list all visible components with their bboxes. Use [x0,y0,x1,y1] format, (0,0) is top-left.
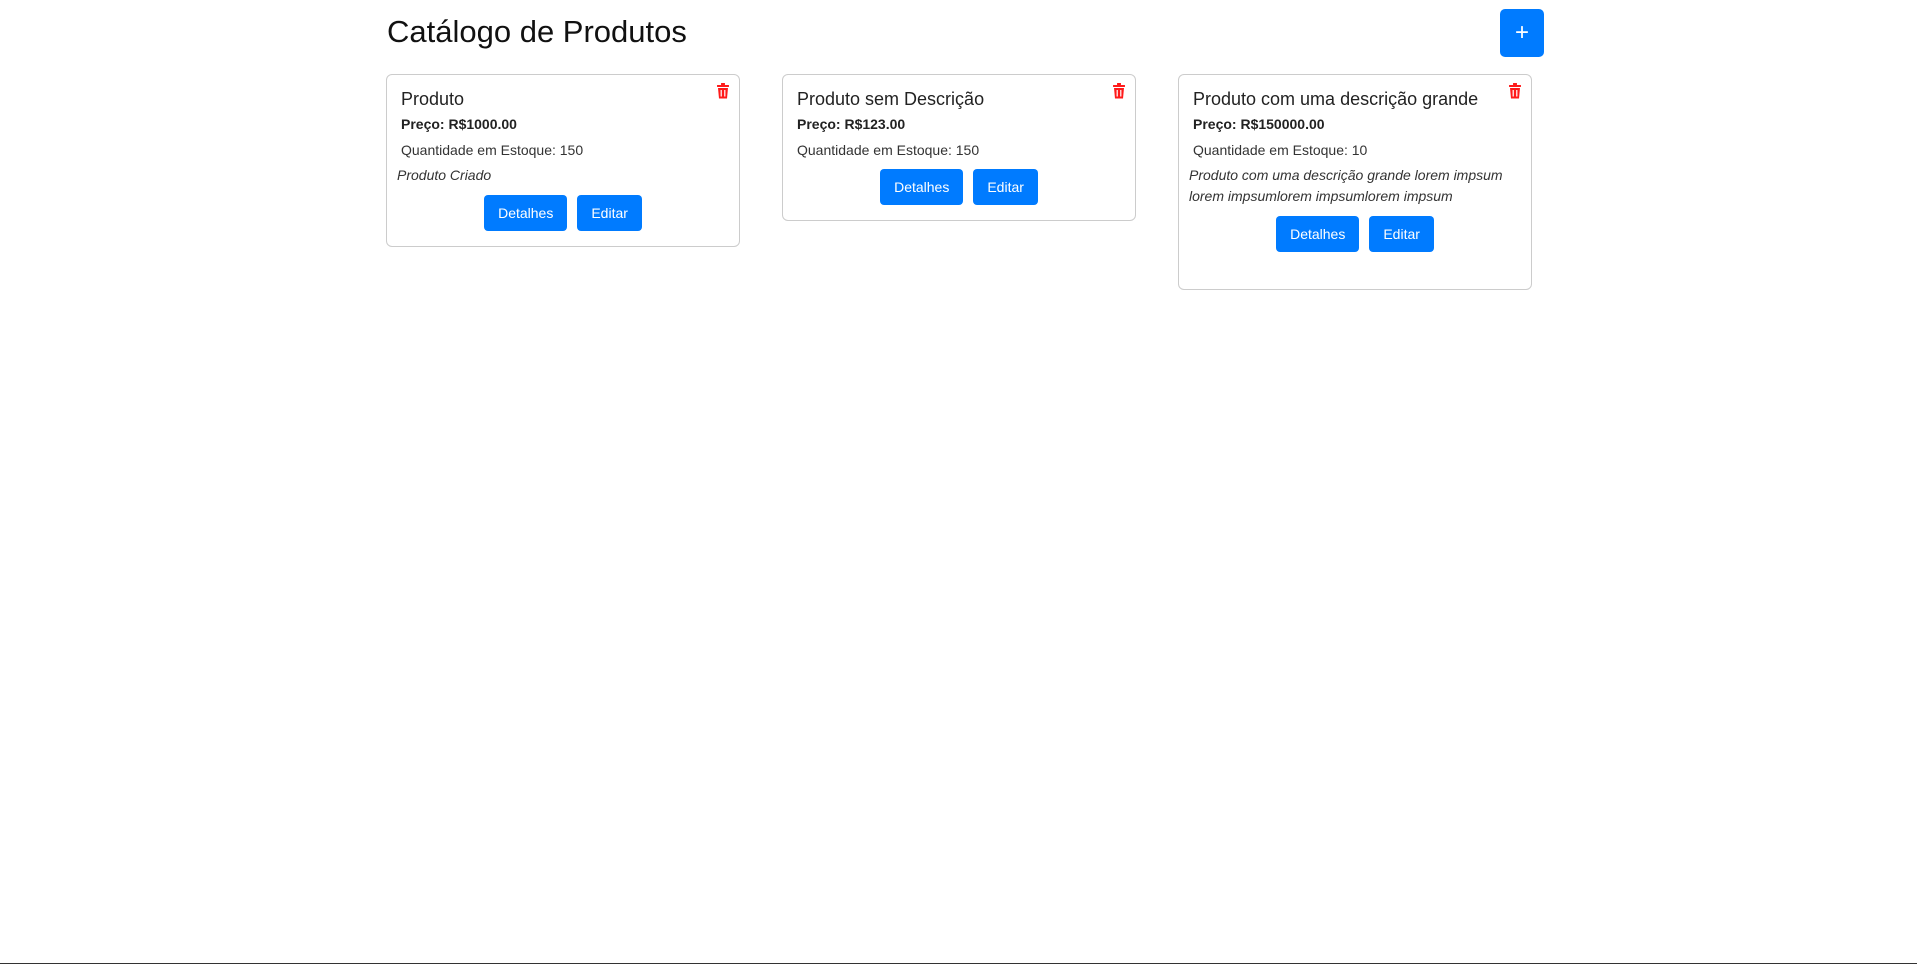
trash-icon[interactable] [1112,83,1126,99]
add-product-button[interactable]: + [1500,9,1544,57]
card-actions: Detalhes Editar [1193,216,1517,252]
product-price: Preço: R$150000.00 [1193,116,1325,132]
product-card: Produto Preço: R$1000.00 Quantidade em E… [386,74,740,247]
trash-icon[interactable] [1508,83,1522,99]
edit-button[interactable]: Editar [1369,216,1434,252]
product-name: Produto sem Descrição [797,89,985,109]
details-button[interactable]: Detalhes [484,195,568,231]
edit-button[interactable]: Editar [973,169,1038,205]
card-actions: Detalhes Editar [797,169,1121,205]
product-description: Produto com uma descrição grande lorem i… [1189,167,1503,204]
page-title: Catálogo de Produtos [387,14,687,49]
details-button[interactable]: Detalhes [1276,216,1360,252]
page-header: Catálogo de Produtos + [387,9,1544,68]
card-actions: Detalhes Editar [401,195,725,231]
product-price: Preço: R$123.00 [797,116,906,132]
product-card: Produto sem Descrição Preço: R$123.00 Qu… [782,74,1136,221]
trash-icon[interactable] [716,83,730,99]
product-card: Produto com uma descrição grande Preço: … [1178,74,1532,290]
product-stock: Quantidade em Estoque: 10 [1193,142,1368,158]
edit-button[interactable]: Editar [577,195,642,231]
product-stock: Quantidade em Estoque: 150 [797,142,980,158]
catalog-page: Catálogo de Produtos + Produto Preço: R$… [0,0,1917,964]
product-name: Produto [401,89,465,109]
details-button[interactable]: Detalhes [880,169,964,205]
product-description: Produto Criado [397,167,492,183]
product-price: Preço: R$1000.00 [401,116,517,132]
product-name: Produto com uma descrição grande [1193,89,1479,109]
product-stock: Quantidade em Estoque: 150 [401,142,584,158]
